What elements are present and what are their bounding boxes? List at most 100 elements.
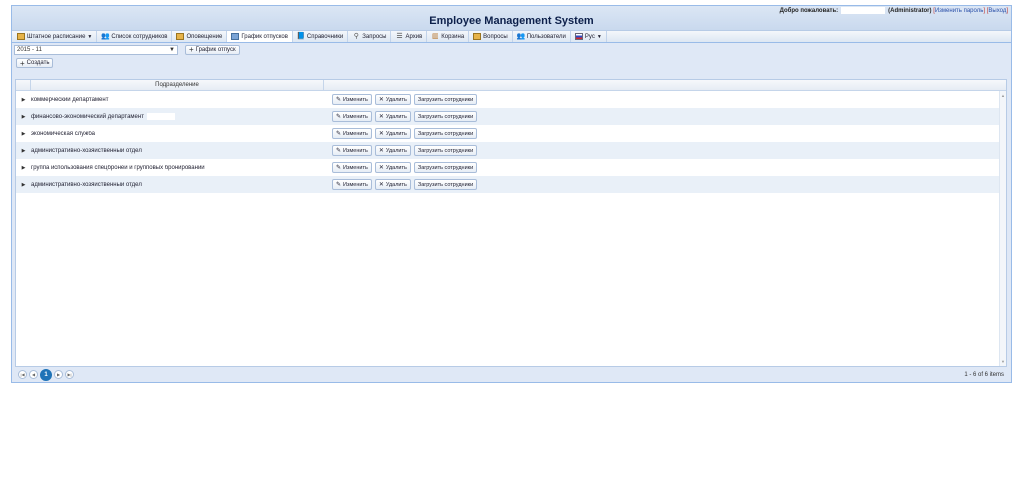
expand-arrow-icon[interactable]: ▶ — [16, 97, 31, 103]
pencil-icon: ✎ — [336, 182, 342, 188]
button-label: Изменить — [343, 164, 368, 171]
load-employees-button[interactable]: Загрузить сотрудники — [413, 162, 478, 173]
load-employees-button[interactable]: Загрузить сотрудники — [413, 128, 478, 139]
pager: |◀ ◀ 1 ▶ ▶| 1 - 6 of 6 items — [15, 368, 1007, 381]
edit-button[interactable]: ✎ Изменить — [332, 94, 372, 105]
pencil-icon: ✎ — [336, 131, 342, 137]
menu-label: Корзина — [441, 33, 465, 40]
user-role: (Administrator) — [888, 8, 932, 15]
delete-button[interactable]: ✕ Удалить — [374, 179, 411, 190]
period-value: 2015 - 11 — [17, 46, 42, 53]
menu-label: Вопросы — [483, 33, 508, 40]
department-name-text: административно-хозяйственный отдел — [31, 181, 142, 188]
book-icon: 📘 — [296, 33, 306, 40]
scroll-up-icon[interactable]: ▲ — [1001, 93, 1005, 98]
button-label: Изменить — [343, 181, 368, 188]
expand-arrow-icon[interactable]: ▶ — [16, 131, 31, 137]
menu-item-employees[interactable]: 👥 Список сотрудников — [97, 31, 173, 42]
button-label: Загрузить сотрудники — [417, 113, 474, 120]
edit-button[interactable]: ✎ Изменить — [332, 128, 372, 139]
close-icon: ✕ — [378, 165, 384, 171]
menu-item-notification[interactable]: Оповещение — [172, 31, 228, 42]
plus-icon: + — [189, 45, 194, 54]
redacted-field — [146, 112, 175, 120]
prev-page-icon[interactable]: ◀ — [29, 370, 38, 379]
load-employees-button[interactable]: Загрузить сотрудники — [413, 94, 478, 105]
button-label: Создать — [26, 60, 50, 66]
button-label: Загрузить сотрудники — [417, 181, 474, 188]
chevron-down-icon: ▼ — [87, 33, 93, 40]
vacation-schedule-button[interactable]: + График отпуск — [185, 44, 240, 55]
department-name-text: коммерческий департамент — [31, 96, 109, 103]
table-row: ▶ коммерческий департамент ✎ Изменить ✕ Уд… — [16, 91, 999, 108]
period-select[interactable]: 2015 - 11 ▼ — [14, 44, 178, 55]
delete-button[interactable]: ✕ Удалить — [374, 145, 411, 156]
button-label: Загрузить сотрудники — [417, 147, 474, 154]
vertical-scrollbar[interactable]: ▲ ▼ — [999, 91, 1006, 366]
department-name-text: финансово-экономический департамент — [31, 114, 144, 121]
grid-icon — [473, 33, 482, 40]
menu-label: Запросы — [362, 33, 387, 40]
welcome-bar: Добро пожаловать: (Administrator) [Измени… — [779, 7, 1008, 15]
expand-arrow-icon[interactable]: ▶ — [16, 165, 31, 171]
logout-link[interactable]: Выход — [988, 8, 1006, 14]
username-field — [841, 7, 886, 14]
scroll-down-icon[interactable]: ▼ — [1001, 359, 1005, 364]
search-icon: ⚲ — [353, 33, 359, 40]
edit-button[interactable]: ✎ Изменить — [332, 145, 372, 156]
first-page-icon[interactable]: |◀ — [18, 370, 27, 379]
menu-label: Штатное расписание — [27, 33, 86, 40]
delete-button[interactable]: ✕ Удалить — [374, 128, 411, 139]
button-label: График отпуск — [195, 46, 236, 53]
pencil-icon: ✎ — [336, 148, 342, 154]
edit-button[interactable]: ✎ Изменить — [332, 179, 372, 190]
button-label: Удалить — [385, 96, 407, 103]
department-name-text: группа использования спецброней и группо… — [31, 164, 205, 171]
expand-arrow-icon[interactable]: ▶ — [16, 148, 31, 154]
menu-item-language[interactable]: Рус ▼ — [571, 31, 607, 42]
grid-header: Подразделение — [16, 80, 1006, 91]
menu-label: Список сотрудников — [111, 33, 168, 40]
menu-item-references[interactable]: 📘 Справочники — [293, 31, 349, 42]
last-page-icon[interactable]: ▶| — [65, 370, 74, 379]
delete-button[interactable]: ✕ Удалить — [374, 162, 411, 173]
grid-icon — [17, 33, 25, 40]
load-employees-button[interactable]: Загрузить сотрудники — [413, 145, 478, 156]
page-number-current[interactable]: 1 — [40, 368, 52, 381]
load-employees-button[interactable]: Загрузить сотрудники — [413, 111, 478, 122]
column-header-department[interactable]: Подразделение — [31, 80, 324, 90]
menu-item-bin[interactable]: ▥ Корзина — [427, 31, 470, 42]
expand-column-header — [16, 80, 31, 90]
pencil-icon: ✎ — [336, 97, 342, 103]
menu-item-users[interactable]: 👥 Пользователи — [513, 31, 571, 42]
users-icon: 👥 — [516, 33, 526, 40]
close-icon: ✕ — [378, 131, 384, 137]
edit-button[interactable]: ✎ Изменить — [332, 111, 372, 122]
menu-item-questions[interactable]: Вопросы — [469, 31, 513, 42]
menu-item-archive[interactable]: ☰ Архив — [391, 31, 428, 42]
change-password-link[interactable]: Изменить пароль — [935, 8, 984, 14]
load-employees-button[interactable]: Загрузить сотрудники — [413, 179, 478, 190]
expand-arrow-icon[interactable]: ▶ — [16, 114, 31, 120]
menu-item-staffing[interactable]: Штатное расписание ▼ — [13, 31, 98, 42]
expand-arrow-icon[interactable]: ▶ — [16, 182, 31, 188]
menu-item-queries[interactable]: ⚲ Запросы — [348, 31, 392, 42]
delete-button[interactable]: ✕ Удалить — [374, 94, 411, 105]
grid-icon — [176, 33, 185, 40]
delete-button[interactable]: ✕ Удалить — [374, 111, 411, 122]
grid-toolbar: + Создать — [12, 56, 1011, 70]
pencil-icon: ✎ — [336, 165, 342, 171]
bin-icon: ▥ — [431, 33, 439, 40]
table-icon — [231, 33, 240, 40]
edit-button[interactable]: ✎ Изменить — [332, 162, 372, 173]
button-label: Удалить — [385, 130, 407, 137]
page-title: Employee Management System — [429, 15, 594, 27]
menu-item-vacation-schedule[interactable]: График отпусков — [227, 31, 293, 42]
button-label: Удалить — [385, 147, 407, 154]
row-actions: ✎ Изменить ✕ Удалить Загрузить сотрудники — [332, 162, 478, 173]
create-button[interactable]: + Создать — [16, 58, 54, 68]
pencil-icon: ✎ — [336, 114, 342, 120]
chevron-down-icon: ▼ — [596, 33, 602, 40]
chevron-down-icon: ▼ — [169, 46, 175, 53]
next-page-icon[interactable]: ▶ — [54, 370, 63, 379]
